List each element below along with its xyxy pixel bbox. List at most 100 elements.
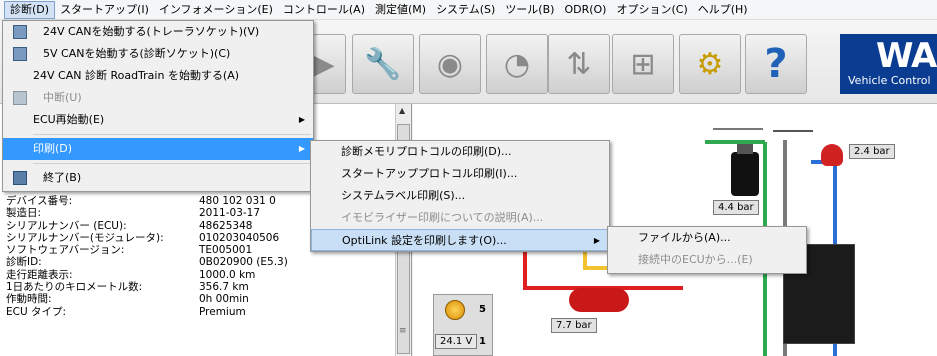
connector-bar (773, 130, 813, 132)
info-label: 1日あたりのキロメートル数: (6, 281, 143, 294)
menu-item-interrupt[interactable]: 中断(U) (3, 87, 313, 109)
air-dryer-cap (737, 144, 753, 154)
brand-tagline: Vehicle Control (848, 74, 931, 87)
menu-item-label: 診断メモリプロトコルの印刷(D)... (341, 145, 512, 158)
exit-icon (13, 171, 27, 185)
info-row: 1日あたりのキロメートル数: 356.7 km (6, 281, 391, 293)
info-label: シリアルナンバー(モジュレータ): (6, 231, 164, 244)
menu-item-label: 接続中のECUから...(E) (638, 253, 753, 266)
pipe-red (523, 249, 527, 289)
slot-5: 5 (479, 304, 486, 315)
menu-item-label: 5V CANを始動する(診断ソケット)(C) (43, 47, 231, 60)
info-value: 0h 00min (199, 293, 249, 306)
menu-diagnosis[interactable]: 診断(D) (4, 0, 56, 19)
top-bar (713, 128, 763, 130)
info-label: 走行距離表示: (6, 268, 73, 281)
help-icon: ? (764, 41, 788, 87)
ecu-settings-button[interactable]: ⚙ (679, 34, 741, 94)
gauge-icon: ◔ (503, 46, 531, 82)
play-icon: ▶ (311, 46, 335, 82)
info-label: 診断ID: (6, 256, 42, 269)
menu-tools[interactable]: ツール(B) (500, 1, 559, 19)
interrupt-icon (13, 91, 27, 105)
info-label: ソフトウェアバージョン: (6, 244, 125, 257)
info-value: 1000.0 km (199, 268, 256, 281)
menu-item-label: ECU再始動(E) (33, 113, 105, 126)
menu-item-start-5v[interactable]: 5V CANを始動する(診断ソケット)(C) (3, 43, 313, 65)
control-button[interactable]: ◉ (419, 34, 481, 94)
pressure-box-2: 4.4 bar (713, 200, 759, 215)
menu-measurements[interactable]: 測定値(M) (370, 1, 431, 19)
info-value: 356.7 km (199, 281, 249, 294)
menu-item-start-roadtrain[interactable]: 24V CAN 診断 RoadTrain を始動する(A) (3, 65, 313, 87)
ecu-gear-icon: ⚙ (696, 46, 724, 82)
can-icon (13, 25, 27, 39)
menu-item-print-startup[interactable]: スタートアッププロトコル印刷(I)... (311, 163, 609, 185)
info-row: 走行距離表示: 1000.0 km (6, 269, 391, 281)
brand-banner: WAB Vehicle Control (840, 34, 937, 94)
menu-item-exit[interactable]: 終了(B) (3, 167, 313, 189)
info-value: Premium (199, 305, 246, 318)
menu-item-label: ファイルから(A)... (638, 231, 731, 244)
info-label: 製造日: (6, 207, 42, 220)
info-label: シリアルナンバー (ECU): (6, 219, 127, 232)
gauge-button[interactable]: ◔ (486, 34, 548, 94)
submenu-arrow-icon: ▶ (298, 115, 305, 124)
scroll-up-icon[interactable]: ▲ (399, 106, 405, 115)
menu-item-ecu-restart[interactable]: ECU再始動(E) ▶ (3, 109, 313, 131)
transfer-button[interactable]: ⇅ (548, 34, 610, 94)
menu-item-print-diag-memory[interactable]: 診断メモリプロトコルの印刷(D)... (311, 141, 609, 163)
info-value: TE005001 (199, 244, 253, 257)
info-value: 480 102 031 0 (199, 195, 276, 207)
warning-lamp-icon (445, 300, 465, 320)
wrench-icon: 🔧 (364, 46, 402, 82)
menu-item-print-optilink[interactable]: OptiLink 設定を印刷します(O)... ▶ (311, 229, 609, 251)
menu-startup[interactable]: スタートアップ(I) (55, 1, 154, 19)
menu-item-start-24v[interactable]: 24V CANを始動する(トレーラソケット)(V) (3, 21, 313, 43)
menu-separator (33, 134, 311, 135)
pipe-green (705, 140, 765, 144)
menu-item-print-immobilizer[interactable]: イモビライザー印刷についての説明(A)... (311, 207, 609, 229)
menu-item-label: 24V CANを始動する(トレーラソケット)(V) (43, 25, 260, 38)
air-tank (569, 288, 629, 312)
menu-system[interactable]: システム(S) (431, 1, 500, 19)
info-label: 作動時間: (6, 293, 52, 306)
menu-bar: 診断(D) スタートアップ(I) インフォメーション(E) コントロール(A) … (0, 0, 937, 20)
slot-1: 1 (479, 336, 486, 347)
menu-item-print[interactable]: 印刷(D) ▶ (3, 138, 313, 160)
system-button[interactable]: ⊞ (612, 34, 674, 94)
control-icon: ◉ (436, 46, 464, 82)
menu-item-print-system-label[interactable]: システムラベル印刷(S)... (311, 185, 609, 207)
info-row: 診断ID: 0B020900 (E5.3) (6, 256, 391, 268)
menu-item-label: 印刷(D) (33, 142, 73, 155)
brand-logo: WAB (876, 36, 937, 76)
menu-odr[interactable]: ODR(O) (559, 1, 611, 19)
menu-item-label: 24V CAN 診断 RoadTrain を始動する(A) (33, 69, 240, 82)
menu-separator (33, 163, 311, 164)
transfer-icon: ⇅ (566, 46, 592, 82)
menu-item-label: 終了(B) (43, 171, 82, 184)
menu-help[interactable]: ヘルプ(H) (693, 1, 753, 19)
menu-item-label: システムラベル印刷(S)... (341, 189, 466, 202)
info-row: ECU タイプ: Premium (6, 306, 391, 318)
info-label: デバイス番号: (6, 195, 73, 207)
grip-icon: ≡ (399, 326, 407, 336)
can-icon (13, 47, 27, 61)
menu-item-from-file[interactable]: ファイルから(A)... (608, 227, 806, 249)
optilink-submenu: ファイルから(A)... 接続中のECUから...(E) (607, 226, 807, 274)
diagnosis-menu: 24V CANを始動する(トレーラソケット)(V) 5V CANを始動する(診断… (2, 20, 314, 192)
system-icon: ⊞ (630, 46, 656, 82)
info-value: 0B020900 (E5.3) (199, 256, 288, 269)
menu-item-from-ecu[interactable]: 接続中のECUから...(E) (608, 249, 806, 271)
menu-options[interactable]: オプション(C) (611, 1, 692, 19)
wrench-button[interactable]: 🔧 (352, 34, 414, 94)
menu-item-label: スタートアッププロトコル印刷(I)... (341, 167, 518, 180)
menu-item-label: 中断(U) (43, 91, 82, 104)
menu-information[interactable]: インフォメーション(E) (154, 1, 278, 19)
menu-control[interactable]: コントロール(A) (278, 1, 370, 19)
air-dryer (731, 152, 759, 196)
red-valve (821, 144, 843, 166)
pressure-box-1: 2.4 bar (849, 144, 895, 159)
info-row: 作動時間: 0h 00min (6, 293, 391, 305)
help-button[interactable]: ? (745, 34, 807, 94)
